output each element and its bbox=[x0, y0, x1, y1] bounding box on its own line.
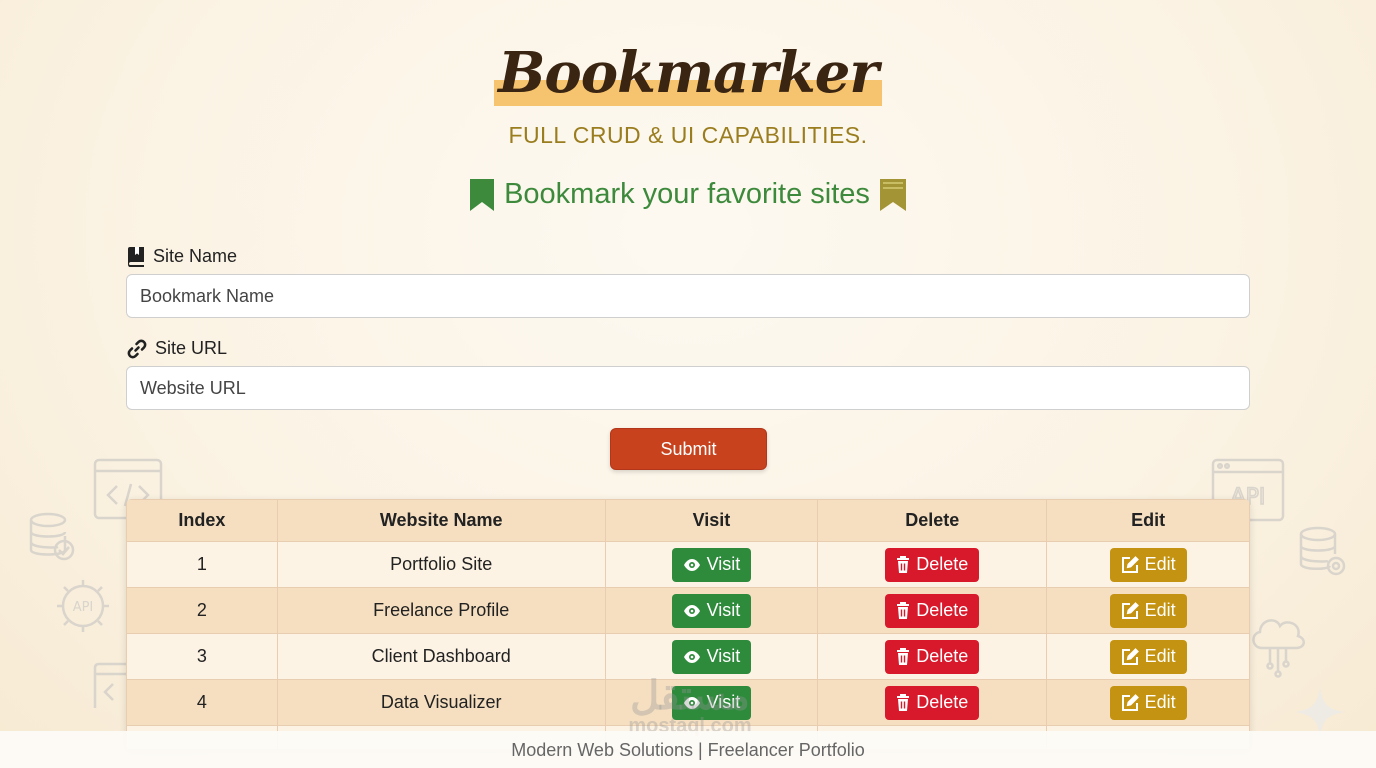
link-icon bbox=[127, 339, 147, 358]
cell-index: 4 bbox=[126, 679, 278, 726]
header-website-name: Website Name bbox=[276, 499, 606, 542]
delete-button-label: Delete bbox=[916, 692, 969, 712]
edit-button-label: Edit bbox=[1144, 554, 1176, 574]
site-url-label: Site URL bbox=[127, 338, 227, 359]
cell-edit: Edit bbox=[1046, 541, 1250, 588]
cell-index: 1 bbox=[126, 541, 278, 588]
database-check-icon bbox=[29, 512, 75, 561]
delete-button[interactable]: Delete bbox=[885, 639, 980, 674]
table-header-row: Index Website Name Visit Delete Edit bbox=[126, 499, 1250, 542]
site-name-label: Site Name bbox=[127, 246, 237, 267]
site-name-label-text: Site Name bbox=[153, 246, 238, 266]
visit-button-label: Visit bbox=[706, 646, 741, 666]
visit-button-label: Visit bbox=[706, 554, 741, 574]
page-heading-text: Bookmark your favorite sites bbox=[504, 178, 870, 210]
bookmark-icon bbox=[470, 178, 495, 211]
edit-icon bbox=[1121, 693, 1139, 711]
header-visit: Visit bbox=[604, 499, 819, 542]
edit-icon bbox=[1121, 601, 1139, 619]
cell-delete: Delete bbox=[817, 587, 1048, 634]
api-gear-icon: API bbox=[57, 580, 109, 632]
watermark: مستقل mostaql.com bbox=[600, 676, 780, 736]
site-url-input[interactable] bbox=[126, 366, 1250, 410]
logo-container: Bookmarker bbox=[0, 38, 1376, 108]
edit-button[interactable]: Edit bbox=[1109, 685, 1187, 720]
trash-icon bbox=[897, 556, 910, 573]
delete-button[interactable]: Delete bbox=[885, 547, 980, 582]
cell-index: 2 bbox=[126, 587, 278, 634]
app-subtitle: FULL CRUD & UI CAPABILITIES. bbox=[508, 122, 868, 148]
delete-button-label: Delete bbox=[916, 646, 969, 666]
edit-button[interactable]: Edit bbox=[1109, 593, 1187, 628]
cell-visit: Visit bbox=[604, 587, 819, 634]
delete-button[interactable]: Delete bbox=[885, 685, 980, 720]
cell-edit: Edit bbox=[1046, 679, 1250, 726]
delete-button-label: Delete bbox=[916, 600, 969, 620]
delete-button[interactable]: Delete bbox=[885, 593, 980, 628]
cell-edit: Edit bbox=[1046, 587, 1250, 634]
cell-visit: Visit bbox=[604, 633, 819, 680]
table-row: 3 Client Dashboard Visit Delete Edit bbox=[126, 633, 1250, 680]
site-url-label-text: Site URL bbox=[155, 338, 228, 358]
visit-button[interactable]: Visit bbox=[671, 547, 752, 582]
cell-edit: Edit bbox=[1046, 633, 1250, 680]
trash-icon bbox=[897, 602, 910, 619]
delete-button-label: Delete bbox=[916, 554, 969, 574]
edit-button-label: Edit bbox=[1144, 692, 1176, 712]
cell-index: 3 bbox=[126, 633, 278, 680]
edit-button[interactable]: Edit bbox=[1109, 639, 1187, 674]
visit-button[interactable]: Visit bbox=[671, 593, 752, 628]
trash-icon bbox=[897, 694, 910, 711]
edit-icon bbox=[1121, 647, 1139, 665]
eye-icon bbox=[683, 650, 700, 663]
page-heading: Bookmark your favorite sites bbox=[0, 178, 1376, 211]
cell-website-name: Client Dashboard bbox=[276, 633, 606, 680]
svg-text:API: API bbox=[73, 600, 94, 615]
code-window-small-icon bbox=[93, 662, 129, 708]
table-row: 2 Freelance Profile Visit Delete Edit bbox=[126, 587, 1250, 634]
footer: Modern Web Solutions | Freelancer Portfo… bbox=[0, 731, 1376, 768]
edit-button-label: Edit bbox=[1144, 646, 1176, 666]
database-gear-icon bbox=[1299, 526, 1346, 576]
header-edit: Edit bbox=[1046, 499, 1250, 542]
book-icon bbox=[128, 246, 144, 267]
cell-website-name: Data Visualizer bbox=[276, 679, 606, 726]
eye-icon bbox=[683, 604, 700, 617]
cell-delete: Delete bbox=[817, 633, 1048, 680]
cell-delete: Delete bbox=[817, 541, 1048, 588]
submit-button[interactable]: Submit bbox=[610, 428, 767, 470]
cell-delete: Delete bbox=[817, 679, 1048, 726]
cloud-network-icon bbox=[1252, 619, 1305, 678]
bookmark-ribbon-icon bbox=[879, 178, 906, 211]
app-logo: Bookmarker bbox=[494, 38, 882, 108]
cell-visit: Visit bbox=[604, 541, 819, 588]
table-row: 1 Portfolio Site Visit Delete Edit bbox=[126, 541, 1250, 588]
watermark-line1: مستقل bbox=[630, 674, 750, 718]
header-index: Index bbox=[126, 499, 278, 542]
cell-website-name: Portfolio Site bbox=[276, 541, 606, 588]
edit-button-label: Edit bbox=[1144, 600, 1176, 620]
header-delete: Delete bbox=[817, 499, 1048, 542]
trash-icon bbox=[897, 648, 910, 665]
cell-website-name: Freelance Profile bbox=[276, 587, 606, 634]
edit-button[interactable]: Edit bbox=[1109, 547, 1187, 582]
visit-button[interactable]: Visit bbox=[671, 639, 752, 674]
edit-icon bbox=[1121, 555, 1139, 573]
eye-icon bbox=[683, 558, 700, 571]
visit-button-label: Visit bbox=[706, 600, 741, 620]
site-name-input[interactable] bbox=[126, 274, 1250, 318]
